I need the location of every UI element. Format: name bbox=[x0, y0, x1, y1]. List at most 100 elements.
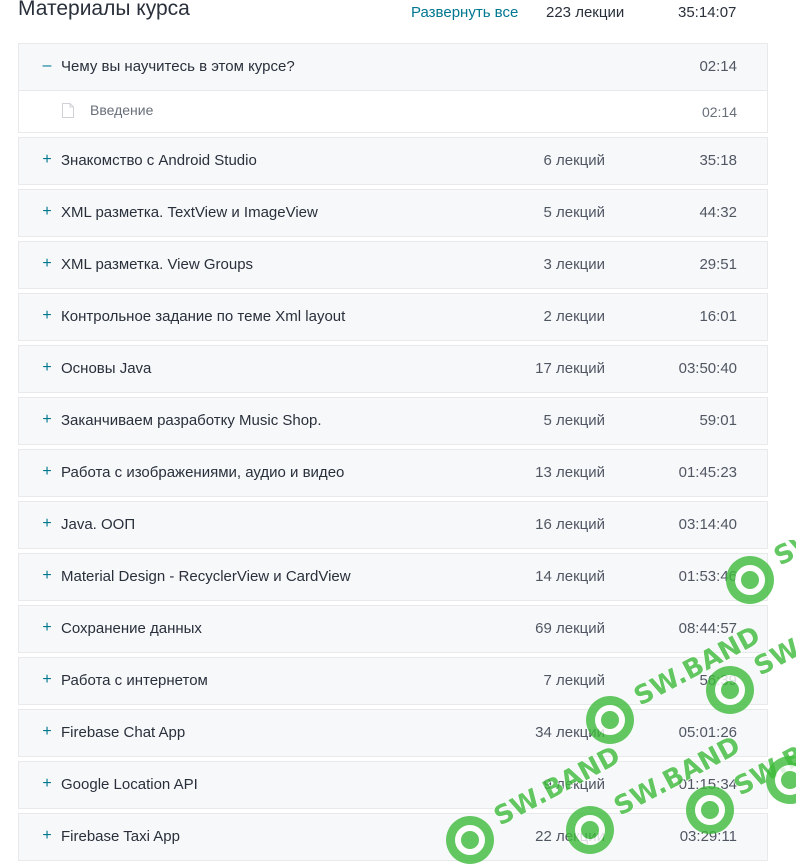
section-header[interactable]: + Firebase Chat App 34 лекции 05:01:26 bbox=[19, 710, 767, 756]
expand-icon[interactable]: + bbox=[41, 618, 53, 638]
section-item: + Firebase Chat App 34 лекции 05:01:26 bbox=[18, 709, 768, 757]
section-lecture-count: 17 лекций bbox=[535, 360, 605, 377]
section-header[interactable]: + Контрольное задание по теме Xml layout 2… bbox=[19, 294, 767, 340]
section-duration: 08:44:57 bbox=[678, 620, 737, 637]
expand-icon[interactable]: + bbox=[41, 566, 53, 586]
expand-icon[interactable]: + bbox=[41, 202, 53, 222]
expand-icon[interactable]: + bbox=[41, 826, 53, 846]
section-item: + XML разметка. TextView и ImageView 5 лек… bbox=[18, 189, 768, 237]
lecture-item[interactable]: Введение 02:14 bbox=[19, 90, 767, 132]
section-duration: 05:01:26 bbox=[678, 724, 737, 741]
section-title: Работа с интернетом bbox=[61, 672, 208, 689]
section-item: + Firebase Taxi App 22 лекции 03:29:11 bbox=[18, 813, 768, 861]
section-header[interactable]: + Заканчиваем разработку Music Shop. 5 лек… bbox=[19, 398, 767, 444]
page-title: Материалы курса bbox=[18, 0, 190, 20]
section-open: – Чему вы научитесь в этом курсе? 02:14 … bbox=[18, 43, 768, 133]
section-title: Чему вы научитесь в этом курсе? bbox=[61, 58, 295, 75]
watermark-text: SW.BAND bbox=[769, 540, 796, 572]
section-lecture-count: 2 лекции bbox=[543, 308, 605, 325]
section-title: Основы Java bbox=[61, 360, 152, 377]
section-duration: 01:15:34 bbox=[678, 776, 737, 793]
section-item: + Заканчиваем разработку Music Shop. 5 лек… bbox=[18, 397, 768, 445]
expand-icon[interactable]: + bbox=[41, 774, 53, 794]
section-duration: 56:39 bbox=[699, 672, 737, 689]
section-title: Google Location API bbox=[61, 776, 198, 793]
section-lecture-count: 9 лекций bbox=[543, 776, 605, 793]
document-icon bbox=[62, 103, 74, 118]
section-title: Сохранение данных bbox=[61, 620, 202, 637]
section-duration: 03:29:11 bbox=[679, 828, 737, 845]
expand-icon[interactable]: + bbox=[41, 410, 53, 430]
expand-icon[interactable]: + bbox=[41, 150, 53, 170]
section-header[interactable]: + Работа с интернетом 7 лекций 56:39 bbox=[19, 658, 767, 704]
section-header[interactable]: + Firebase Taxi App 22 лекции 03:29:11 bbox=[19, 814, 767, 860]
section-duration: 16:01 bbox=[699, 308, 737, 325]
section-header[interactable]: + Знакомство с Android Studio 6 лекций 35:1… bbox=[19, 138, 767, 184]
section-header[interactable]: + Сохранение данных 69 лекций 08:44:57 bbox=[19, 606, 767, 652]
section-lecture-count: 3 лекции bbox=[543, 256, 605, 273]
section-title: Java. ООП bbox=[61, 516, 136, 533]
section-header[interactable]: – Чему вы научитесь в этом курсе? 02:14 bbox=[19, 44, 767, 90]
expand-icon[interactable]: + bbox=[41, 670, 53, 690]
expand-icon[interactable]: + bbox=[41, 358, 53, 378]
collapsed-section-list: + Знакомство с Android Studio 6 лекций 35:1… bbox=[18, 137, 768, 861]
section-item: + Java. ООП 16 лекций 03:14:40 bbox=[18, 501, 768, 549]
section-lecture-count: 5 лекций bbox=[543, 204, 605, 221]
section-item: + Работа с изображениями, аудио и видео 13… bbox=[18, 449, 768, 497]
section-lecture-count: 22 лекции bbox=[535, 828, 605, 845]
section-duration: 44:32 bbox=[699, 204, 737, 221]
expand-all-link[interactable]: Развернуть все bbox=[411, 4, 518, 21]
section-title: XML разметка. View Groups bbox=[61, 256, 254, 273]
section-duration: 02:14 bbox=[699, 58, 737, 75]
section-duration: 01:53:46 bbox=[678, 568, 737, 585]
expand-icon[interactable]: + bbox=[41, 514, 53, 534]
section-item: + XML разметка. View Groups 3 лекции 29:51 bbox=[18, 241, 768, 289]
expand-icon[interactable]: + bbox=[41, 254, 53, 274]
total-duration: 35:14:07 bbox=[678, 4, 737, 21]
expand-icon[interactable]: + bbox=[41, 722, 53, 742]
section-title: Firebase Chat App bbox=[61, 724, 186, 741]
section-lecture-count: 6 лекций bbox=[543, 152, 605, 169]
section-lecture-count: 69 лекций bbox=[535, 620, 605, 637]
section-title: Работа с изображениями, аудио и видео bbox=[61, 464, 345, 481]
section-header[interactable]: + XML разметка. View Groups 3 лекции 29:51 bbox=[19, 242, 767, 288]
section-header[interactable]: + Работа с изображениями, аудио и видео 13… bbox=[19, 450, 767, 496]
section-duration: 03:14:40 bbox=[678, 516, 737, 533]
section-header[interactable]: + Основы Java 17 лекций 03:50:40 bbox=[19, 346, 767, 392]
section-item: + Основы Java 17 лекций 03:50:40 bbox=[18, 345, 768, 393]
expand-icon[interactable]: + bbox=[41, 462, 53, 482]
section-item: + Знакомство с Android Studio 6 лекций 35:1… bbox=[18, 137, 768, 185]
section-duration: 03:50:40 bbox=[678, 360, 737, 377]
section-item: + Работа с интернетом 7 лекций 56:39 bbox=[18, 657, 768, 705]
section-item: + Material Design - RecyclerView и CardVi… bbox=[18, 553, 768, 601]
section-title: Material Design - RecyclerView и CardVie… bbox=[61, 568, 351, 585]
lecture-duration: 02:14 bbox=[701, 104, 737, 120]
section-title: Контрольное задание по теме Xml layout bbox=[61, 308, 346, 325]
section-lecture-count: 14 лекций bbox=[535, 568, 605, 585]
section-lecture-count: 34 лекции bbox=[535, 724, 605, 741]
section-lecture-count: 13 лекций bbox=[535, 464, 605, 481]
total-lectures-count: 223 лекции bbox=[546, 4, 625, 21]
section-header[interactable]: + XML разметка. TextView и ImageView 5 лек… bbox=[19, 190, 767, 236]
section-lecture-count: 5 лекций bbox=[543, 412, 605, 429]
section-title: XML разметка. TextView и ImageView bbox=[61, 204, 318, 221]
lecture-title: Введение bbox=[90, 102, 154, 118]
collapse-icon[interactable]: – bbox=[41, 56, 53, 76]
section-title: Знакомство с Android Studio bbox=[61, 152, 257, 169]
section-header[interactable]: + Material Design - RecyclerView и CardVi… bbox=[19, 554, 767, 600]
section-header[interactable]: + Google Location API 9 лекций 01:15:34 bbox=[19, 762, 767, 808]
section-item: + Сохранение данных 69 лекций 08:44:57 bbox=[18, 605, 768, 653]
expand-icon[interactable]: + bbox=[41, 306, 53, 326]
section-header[interactable]: + Java. ООП 16 лекций 03:14:40 bbox=[19, 502, 767, 548]
section-lecture-count: 7 лекций bbox=[543, 672, 605, 689]
section-duration: 59:01 bbox=[699, 412, 737, 429]
section-title: Заканчиваем разработку Music Shop. bbox=[61, 412, 322, 429]
curriculum-header: Материалы курса Развернуть все 223 лекци… bbox=[0, 0, 796, 40]
section-duration: 29:51 bbox=[699, 256, 737, 273]
section-item: + Google Location API 9 лекций 01:15:34 bbox=[18, 761, 768, 809]
section-item: + Контрольное задание по теме Xml layout 2… bbox=[18, 293, 768, 341]
section-title: Firebase Taxi App bbox=[61, 828, 180, 845]
section-lecture-count: 16 лекций bbox=[535, 516, 605, 533]
section-duration: 35:18 bbox=[699, 152, 737, 169]
curriculum-sections: – Чему вы научитесь в этом курсе? 02:14 … bbox=[18, 43, 768, 865]
